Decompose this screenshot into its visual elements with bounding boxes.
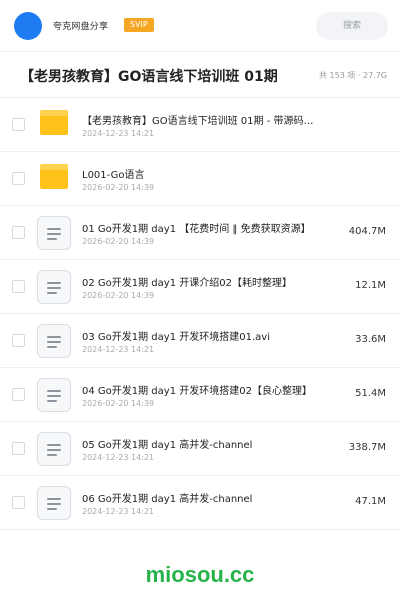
file-list: 【老男孩教育】GO语言线下培训班 01期 - 带源码课件 2024-12-23 … — [0, 98, 400, 530]
folder-summary: 共 153 项 · 27.7G — [319, 71, 387, 80]
file-name[interactable]: 05 Go开发1期 day1 高并发-channel — [82, 436, 320, 451]
file-row[interactable]: 05 Go开发1期 day1 高并发-channel 2024-12-23 14… — [0, 422, 400, 476]
file-date: 2024-12-23 14:21 — [82, 453, 155, 462]
file-row[interactable]: 02 Go开发1期 day1 开课介绍02【耗时整理】 2026-02-20 1… — [0, 260, 400, 314]
folder-header: 【老男孩教育】GO语言线下培训班 01期 共 153 项 · 27.7G — [0, 52, 400, 98]
folder-icon — [40, 110, 68, 135]
file-date: 2024-12-23 14:21 — [82, 129, 155, 138]
row-checkbox[interactable] — [12, 118, 25, 131]
file-size: 33.6M — [355, 334, 386, 345]
file-name[interactable]: 03 Go开发1期 day1 开发环境搭建01.avi — [82, 328, 320, 343]
file-date: 2026-02-20 14:39 — [82, 291, 155, 300]
file-date: 2024-12-23 14:21 — [82, 345, 155, 354]
document-icon — [37, 324, 71, 358]
file-size: 12.1M — [355, 280, 386, 291]
row-checkbox[interactable] — [12, 334, 25, 347]
watermark-text: miosou.cc — [145, 562, 255, 587]
document-icon — [37, 486, 71, 520]
top-bar: 夸克网盘分享 SVIP 搜索 — [0, 0, 400, 52]
row-checkbox[interactable] — [12, 496, 25, 509]
file-size: 51.4M — [355, 388, 386, 399]
document-icon — [37, 216, 71, 250]
file-name[interactable]: 04 Go开发1期 day1 开发环境搭建02【良心整理】 — [82, 382, 320, 397]
file-name[interactable]: 01 Go开发1期 day1 【花费时间 ‖ 免费获取资源】 — [82, 220, 320, 235]
document-icon — [37, 378, 71, 412]
file-row[interactable]: 【老男孩教育】GO语言线下培训班 01期 - 带源码课件 2024-12-23 … — [0, 98, 400, 152]
file-date: 2026-02-20 14:39 — [82, 399, 155, 408]
file-date: 2026-02-20 14:39 — [82, 237, 155, 246]
file-row[interactable]: 06 Go开发1期 day1 高并发-channel 2024-12-23 14… — [0, 476, 400, 530]
file-row[interactable]: 04 Go开发1期 day1 开发环境搭建02【良心整理】 2026-02-20… — [0, 368, 400, 422]
svip-badge: SVIP — [124, 18, 154, 32]
row-checkbox[interactable] — [12, 226, 25, 239]
folder-icon — [40, 164, 68, 189]
file-name[interactable]: 【老男孩教育】GO语言线下培训班 01期 - 带源码课件 — [82, 112, 320, 127]
file-date: 2024-12-23 14:21 — [82, 507, 155, 516]
file-size: 47.1M — [355, 496, 386, 507]
document-icon — [37, 432, 71, 466]
file-name[interactable]: L001-Go语言 — [82, 166, 320, 181]
row-checkbox[interactable] — [12, 442, 25, 455]
row-checkbox[interactable] — [12, 280, 25, 293]
document-icon — [37, 270, 71, 304]
search-button[interactable]: 搜索 — [316, 12, 388, 40]
page-title: 【老男孩教育】GO语言线下培训班 01期 — [20, 69, 278, 85]
file-name[interactable]: 06 Go开发1期 day1 高并发-channel — [82, 490, 320, 505]
file-date: 2026-02-20 14:39 — [82, 183, 155, 192]
file-row[interactable]: L001-Go语言 2026-02-20 14:39 — [0, 152, 400, 206]
file-name[interactable]: 02 Go开发1期 day1 开课介绍02【耗时整理】 — [82, 274, 320, 289]
file-size: 404.7M — [348, 226, 386, 237]
brand-name: 夸克网盘分享 — [53, 22, 109, 32]
row-checkbox[interactable] — [12, 388, 25, 401]
file-size: 338.7M — [348, 442, 386, 453]
user-avatar-icon[interactable] — [14, 12, 42, 40]
file-row[interactable]: 01 Go开发1期 day1 【花费时间 ‖ 免费获取资源】 2026-02-2… — [0, 206, 400, 260]
row-checkbox[interactable] — [12, 172, 25, 185]
file-row[interactable]: 03 Go开发1期 day1 开发环境搭建01.avi 2024-12-23 1… — [0, 314, 400, 368]
